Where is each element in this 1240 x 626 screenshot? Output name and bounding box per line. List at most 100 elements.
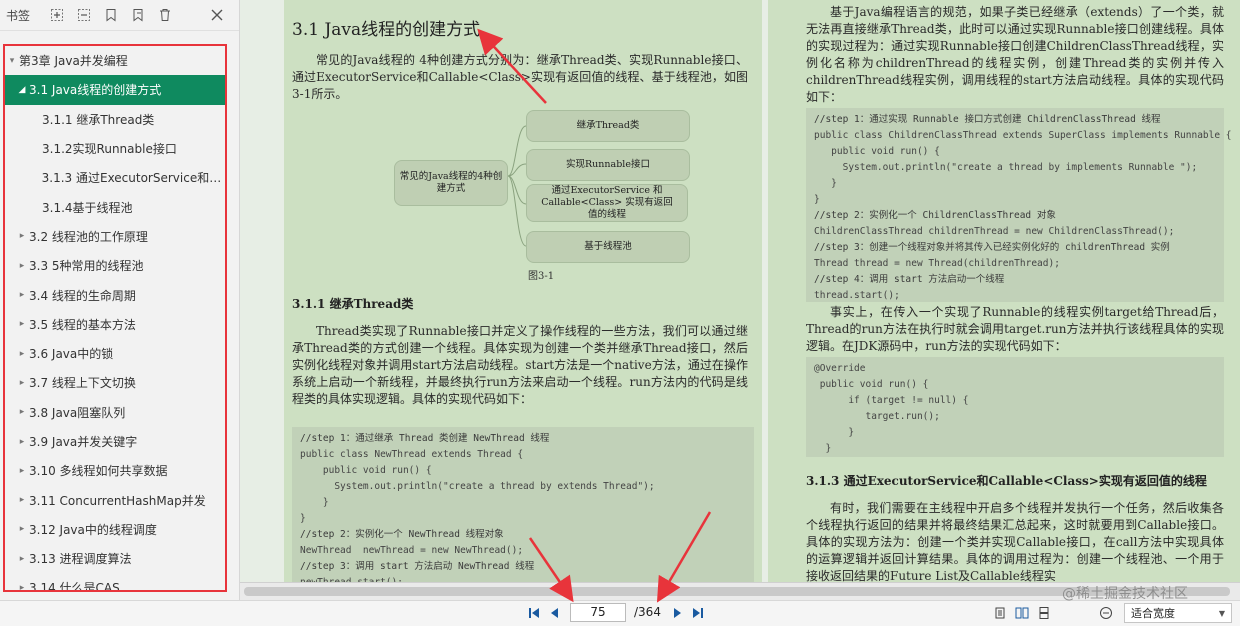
sidebar-item-label: 3.3 5种常用的线程池 <box>29 259 144 274</box>
next-page-icon[interactable] <box>670 605 686 621</box>
paragraph-3: 有时，我们需要在主线程中开启多个线程并发执行一个任务，然后收集各个线程执行返回的… <box>806 501 1224 582</box>
expand-arrow-icon[interactable]: ▸ <box>15 290 29 300</box>
code-line: //step 1：通过实现 Runnable 接口方式创建 ChildrenCl… <box>814 114 1161 125</box>
code-block-2: @Override public void run() { if (target… <box>806 357 1224 457</box>
code-line: } <box>300 497 329 508</box>
sidebar-item-9[interactable]: ▸ 3.5 线程的基本方法 <box>5 310 225 339</box>
sidebar-item-11[interactable]: ▸ 3.7 线程上下文切换 <box>5 368 225 397</box>
sidebar-item-14[interactable]: ▸ 3.10 多线程如何共享数据 <box>5 456 225 485</box>
expand-arrow-icon[interactable]: ▾ <box>5 56 19 66</box>
expand-arrow-icon[interactable]: ▸ <box>15 466 29 476</box>
code-line: } <box>814 194 820 205</box>
page-total: /364 <box>634 605 661 619</box>
expand-arrow-icon[interactable]: ▸ <box>15 349 29 359</box>
expand-arrow-icon[interactable]: ▸ <box>15 583 29 590</box>
expand-arrow-icon[interactable]: ▸ <box>15 378 29 388</box>
mindmap-center: 常见的Java线程的4种创建方式 <box>394 160 508 206</box>
zoom-select[interactable]: 适合宽度 ▼ <box>1124 603 1232 623</box>
sidebar-item-3[interactable]: 3.1.2实现Runnable接口 <box>5 134 225 163</box>
code-line: //step 2：实例化一个 NewThread 线程对象 <box>300 529 504 540</box>
code-line: } <box>814 427 855 438</box>
code-line: System.out.println("create a thread by i… <box>814 162 1198 173</box>
mindmap-node-4: 基于线程池 <box>526 231 690 263</box>
sidebar-item-label: 3.13 进程调度算法 <box>29 552 132 567</box>
sidebar-item-label: 3.4 线程的生命周期 <box>29 288 136 303</box>
zoom-out-icon[interactable] <box>1098 605 1114 621</box>
sidebar-item-label: 3.11 ConcurrentHashMap并发 <box>29 493 206 508</box>
sidebar-item-4[interactable]: 3.1.3 通过ExecutorService和Call... <box>5 163 225 192</box>
expand-arrow-icon[interactable]: ▸ <box>15 407 29 417</box>
sidebar-item-10[interactable]: ▸ 3.6 Java中的锁 <box>5 339 225 368</box>
page-right: 基于Java编程语言的规范，如果子类已经继承（extends）了一个类，就无法再… <box>768 0 1240 582</box>
single-page-icon[interactable] <box>992 605 1008 621</box>
sidebar-item-label: 3.1 Java线程的创建方式 <box>29 83 162 98</box>
expand-arrow-icon[interactable]: ▸ <box>15 524 29 534</box>
sidebar-item-label: 3.1.1 继承Thread类 <box>42 112 155 127</box>
sidebar-item-label: 3.7 线程上下文切换 <box>29 376 136 391</box>
prev-page-icon[interactable] <box>546 605 562 621</box>
expand-arrow-icon[interactable]: ▸ <box>15 319 29 329</box>
expand-arrow-icon[interactable]: ▸ <box>15 261 29 271</box>
page-left: 3.1 Java线程的创建方式 常见的Java线程的 4种创建方式分别为：继承T… <box>284 0 762 582</box>
intro-paragraph: 常见的Java线程的 4种创建方式分别为：继承Thread类、实现Runnabl… <box>292 53 748 101</box>
close-icon[interactable] <box>206 4 228 26</box>
chevron-down-icon: ▼ <box>1218 608 1225 618</box>
code-line: System.out.println("create a thread by e… <box>300 481 655 492</box>
sidebar-item-label: 3.12 Java中的线程调度 <box>29 522 157 537</box>
watermark: @稀土掘金技术社区 <box>1062 586 1188 602</box>
expand-arrow-icon[interactable]: ▸ <box>15 495 29 505</box>
expand-arrow-icon[interactable]: ▸ <box>15 231 29 241</box>
bookmark-edit-icon[interactable] <box>127 4 149 26</box>
subsection-heading: 3.1.1 继承Thread类 <box>292 297 414 311</box>
code-block-1: //step 1：通过实现 Runnable 接口方式创建 ChildrenCl… <box>806 108 1232 302</box>
code-line: } <box>300 513 306 524</box>
sidebar-title: 书签 <box>6 8 31 23</box>
sidebar-item-12[interactable]: ▸ 3.8 Java阻塞队列 <box>5 398 225 427</box>
sidebar-item-label: 3.2 线程池的工作原理 <box>29 229 148 244</box>
code-line: newThread.start(); <box>300 575 746 582</box>
first-page-icon[interactable] <box>526 605 542 621</box>
document-viewport[interactable]: 3.1 Java线程的创建方式 常见的Java线程的 4种创建方式分别为：继承T… <box>240 0 1240 582</box>
sidebar-item-label: 3.10 多线程如何共享数据 <box>29 464 168 479</box>
expand-arrow-icon[interactable]: ◢ <box>15 85 29 95</box>
section-heading: 3.1 Java线程的创建方式 <box>292 20 481 40</box>
expand-arrow-icon[interactable]: ▸ <box>15 554 29 564</box>
two-page-icon[interactable] <box>1014 605 1030 621</box>
mindmap-node-2: 实现Runnable接口 <box>526 149 690 181</box>
code-line: //step 3：调用 start 方法启动 NewThread 线程 <box>300 561 535 572</box>
mindmap-node-3: 通过ExecutorService 和 Callable<Class> 实现有返… <box>526 184 688 222</box>
sidebar-item-8[interactable]: ▸ 3.4 线程的生命周期 <box>5 280 225 309</box>
bookmark-sidebar: 书签 ▾ 第3章 Java并发编程 ◢ 3.1 Java线程的创建方式 3.1.1 继承… <box>0 0 240 600</box>
sidebar-item-label: 3.9 Java并发关键字 <box>29 435 138 449</box>
sidebar-item-label: 3.6 Java中的锁 <box>29 347 114 362</box>
page-number-input[interactable]: 75 <box>570 603 626 622</box>
sidebar-item-label: 第3章 Java并发编程 <box>19 54 128 69</box>
bottom-toolbar: 75 /364 适合宽度 ▼ <box>0 600 1240 626</box>
sidebar-item-5[interactable]: 3.1.4基于线程池 <box>5 192 225 221</box>
sidebar-item-0[interactable]: ▾ 第3章 Java并发编程 <box>5 46 225 75</box>
code-line: //step 4：调用 start 方法启动一个线程 <box>814 274 1005 285</box>
code-line: //step 2：实例化一个 ChildrenClassThread 对象 <box>814 210 1056 221</box>
expand-all-icon[interactable] <box>46 4 68 26</box>
code-line: //step 3：创建一个线程对象并将其传入已经实例化好的 childrenTh… <box>814 242 1170 253</box>
body-paragraph: Thread类实现了Runnable接口并定义了操作线程的一些方法，我们可以通过… <box>292 324 748 406</box>
sidebar-item-2[interactable]: 3.1.1 继承Thread类 <box>5 105 225 134</box>
expand-arrow-icon[interactable]: ▸ <box>15 437 29 447</box>
sidebar-item-7[interactable]: ▸ 3.3 5种常用的线程池 <box>5 251 225 280</box>
last-page-icon[interactable] <box>690 605 706 621</box>
add-bookmark-icon[interactable] <box>100 4 122 26</box>
sidebar-item-1[interactable]: ◢ 3.1 Java线程的创建方式 <box>5 75 225 105</box>
code-block: //step 1：通过继承 Thread 类创建 NewThread 线程 pub… <box>292 427 754 582</box>
collapse-all-icon[interactable] <box>73 4 95 26</box>
zoom-value: 适合宽度 <box>1131 607 1175 620</box>
sidebar-item-label: 3.14 什么是CAS <box>29 581 120 592</box>
sidebar-item-17[interactable]: ▸ 3.13 进程调度算法 <box>5 544 225 573</box>
sidebar-item-16[interactable]: ▸ 3.12 Java中的线程调度 <box>5 515 225 544</box>
sidebar-item-13[interactable]: ▸ 3.9 Java并发关键字 <box>5 427 225 456</box>
sidebar-item-15[interactable]: ▸ 3.11 ConcurrentHashMap并发 <box>5 485 225 514</box>
sidebar-item-6[interactable]: ▸ 3.2 线程池的工作原理 <box>5 222 225 251</box>
delete-icon[interactable] <box>154 4 176 26</box>
continuous-scroll-icon[interactable] <box>1036 605 1052 621</box>
sidebar-item-18[interactable]: ▸ 3.14 什么是CAS <box>5 573 225 592</box>
code-line: NewThread newThread = new NewThread(); <box>300 545 524 556</box>
